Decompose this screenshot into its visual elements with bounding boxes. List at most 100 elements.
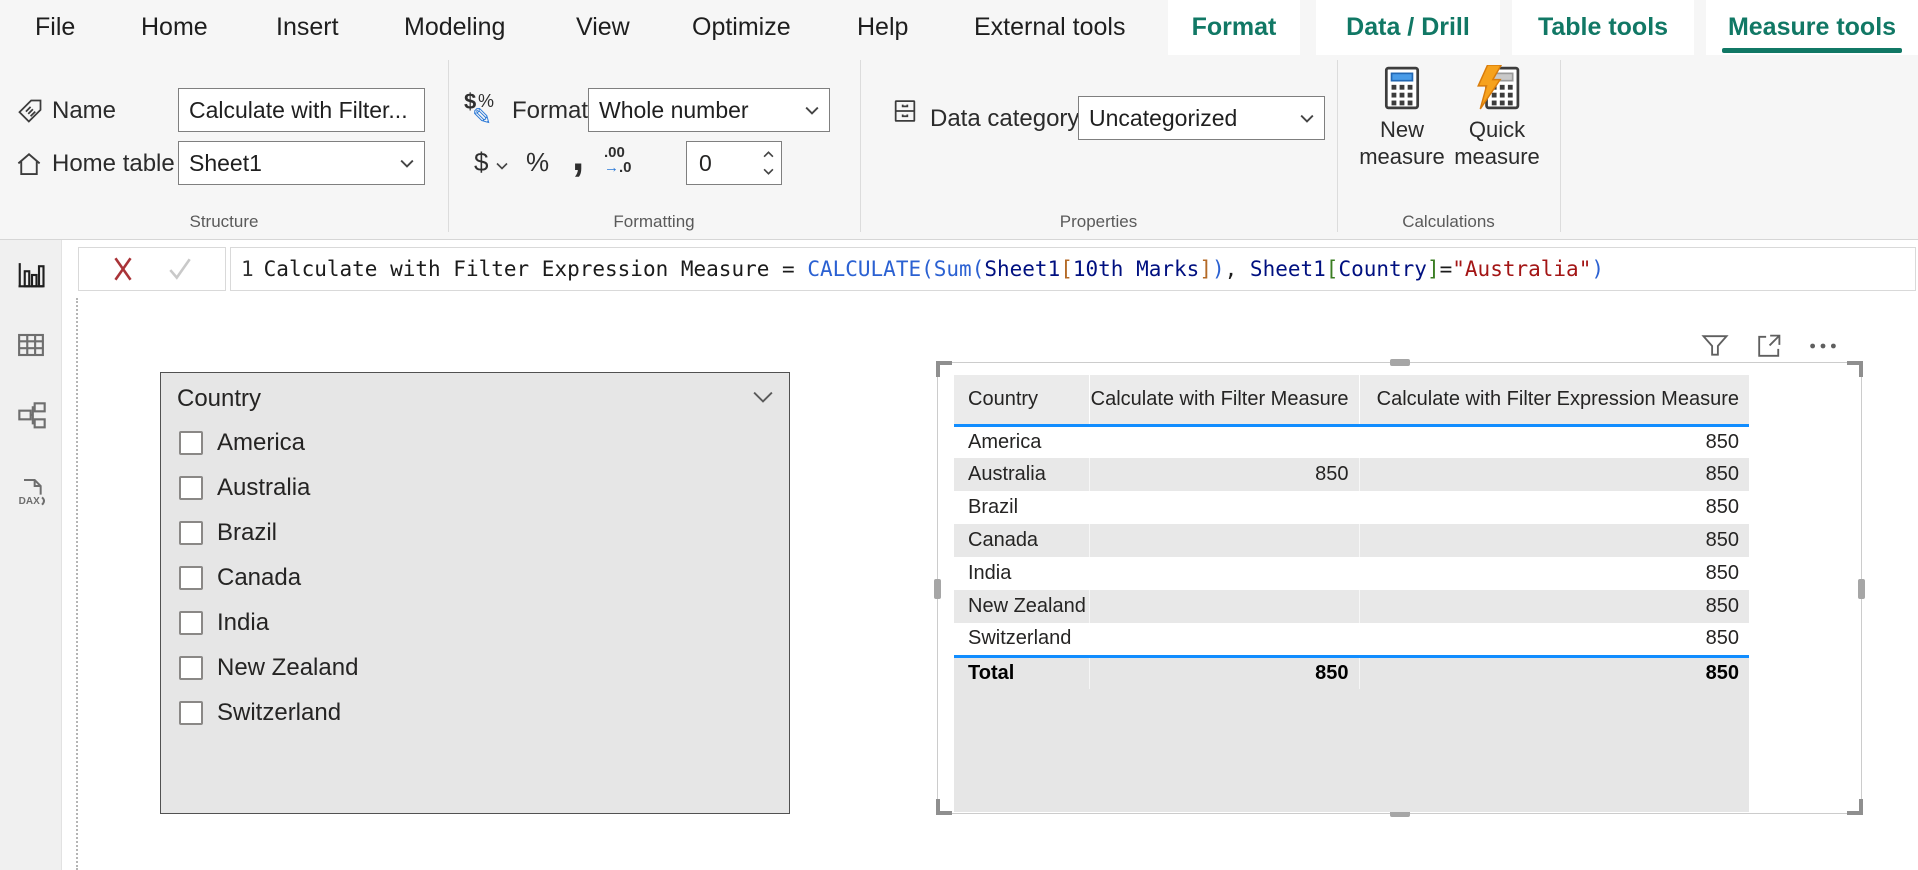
column-header-measure-2[interactable]: Calculate with Filter Expression Measure [1359,375,1749,425]
menu-item-file[interactable]: File [35,0,75,55]
checkbox-unchecked[interactable] [179,656,203,680]
table-visual[interactable]: CountryCalculate with Filter MeasureCalc… [937,362,1862,814]
tab-format[interactable]: Format [1168,0,1300,55]
menu-item-optimize[interactable]: Optimize [692,0,791,55]
new-measure-button[interactable]: New measure [1347,65,1457,170]
row-value-cell: 850 [1359,425,1749,458]
checkbox-unchecked[interactable] [179,521,203,545]
report-view-icon[interactable] [16,260,46,290]
row-country-cell: Brazil [954,491,1089,524]
table-row: Switzerland850 [954,623,1749,656]
tab-label: Format [1192,13,1277,42]
dax-token: Calculate with Filter Expression Measure… [264,257,808,281]
row-value-cell: 850 [1359,557,1749,590]
checkbox-unchecked[interactable] [179,566,203,590]
menu-item-view[interactable]: View [576,0,630,55]
column-header-measure-1[interactable]: Calculate with Filter Measure [1089,375,1359,425]
formula-commit-box [78,247,226,291]
spinner-up-icon[interactable] [763,151,774,158]
measures-table: CountryCalculate with Filter MeasureCalc… [954,375,1749,689]
menu-item-external-tools[interactable]: External tools [974,0,1125,55]
checkbox-unchecked[interactable] [179,611,203,635]
table-view-icon[interactable] [16,330,46,360]
slicer-item-brazil[interactable]: Brazil [179,515,277,551]
resize-left-handle[interactable] [934,579,941,599]
dax-formula-bar[interactable]: 1 Calculate with Filter Expression Measu… [230,247,1916,291]
home-icon [14,149,44,179]
resize-right-handle[interactable] [1858,579,1865,599]
accept-formula-icon[interactable] [166,255,194,283]
dax-token: ] [1427,257,1440,281]
country-slicer: Country AmericaAustraliaBrazilCanadaIndi… [160,372,790,814]
row-value-cell: 850 [1359,524,1749,557]
menu-item-help[interactable]: Help [857,0,908,55]
slicer-item-switzerland[interactable]: Switzerland [179,695,341,731]
slicer-item-canada[interactable]: Canada [179,560,301,596]
checkbox-unchecked[interactable] [179,476,203,500]
format-select[interactable]: Whole number [588,88,830,132]
dax-query-view-icon[interactable]: DAX [16,476,48,508]
slicer-collapse-chevron-icon[interactable] [753,391,773,403]
checkbox-unchecked[interactable] [179,431,203,455]
dax-token: ( [921,257,934,281]
table-row: India850 [954,557,1749,590]
resize-top-handle[interactable] [1390,359,1410,366]
filter-icon[interactable] [1700,331,1730,361]
slicer-item-label: Switzerland [217,699,341,727]
tab-data-drill[interactable]: Data / Drill [1316,0,1500,55]
ribbon-divider [1560,60,1561,232]
row-value-cell: 850 [1089,458,1359,491]
ribbon: Name Calculate with Filter... Home table… [0,55,1918,240]
measure-name-input[interactable]: Calculate with Filter... [178,88,425,132]
ribbon-divider [448,60,449,232]
chevron-down-icon[interactable] [496,162,508,170]
menu-item-home[interactable]: Home [141,0,208,55]
resize-corner-handle[interactable] [1847,361,1863,377]
tag-icon [16,97,44,125]
decimal-places-icon[interactable]: .00 →.0 [604,145,632,175]
checkbox-unchecked[interactable] [179,701,203,725]
table-visual-content: CountryCalculate with Filter MeasureCalc… [954,375,1749,812]
data-category-value: Uncategorized [1089,105,1237,132]
row-value-cell [1089,491,1359,524]
model-view-icon[interactable] [16,400,48,432]
data-category-label: Data category [930,105,1079,133]
currency-format-button[interactable]: $ [474,147,488,178]
decimal-places-spinner[interactable]: 0 [686,141,782,185]
resize-corner-handle[interactable] [936,799,952,815]
data-category-select[interactable]: Uncategorized [1078,96,1325,140]
dax-token: ) [1212,257,1225,281]
powerbi-window: File Home Insert Modeling View Optimize Help Ex… [0,0,1918,870]
resize-corner-handle[interactable] [1847,799,1863,815]
total-value-cell: 850 [1359,656,1749,689]
menu-item-modeling[interactable]: Modeling [404,0,505,55]
quick-measure-button[interactable]: Quick measure [1442,65,1552,170]
slicer-item-australia[interactable]: Australia [179,470,310,506]
thousands-separator-button[interactable]: , [572,131,584,181]
ribbon-divider [1337,60,1338,232]
percent-format-button[interactable]: % [526,147,549,178]
home-table-select[interactable]: Sheet1 [178,141,425,185]
menu-item-insert[interactable]: Insert [276,0,339,55]
tab-measure-tools[interactable]: Measure tools [1706,0,1918,55]
slicer-item-label: New Zealand [217,654,358,682]
slicer-item-america[interactable]: America [179,425,305,461]
focus-mode-icon[interactable] [1754,331,1784,361]
column-header-country[interactable]: Country [954,375,1089,425]
slicer-item-label: America [217,429,305,457]
cancel-formula-icon[interactable] [110,255,136,283]
slicer-item-india[interactable]: India [179,605,269,641]
resize-corner-handle[interactable] [936,361,952,377]
table-row: New Zealand850 [954,590,1749,623]
visual-header-toolbar [1700,328,1870,364]
spinner-down-icon[interactable] [763,168,774,175]
tab-table-tools[interactable]: Table tools [1512,0,1694,55]
chevron-down-icon [400,159,414,168]
more-options-icon[interactable] [1808,331,1838,361]
slicer-item-new-zealand[interactable]: New Zealand [179,650,358,686]
dax-token: "Australia" [1452,257,1591,281]
tab-label: Table tools [1538,13,1668,42]
format-icon: $ % ✎ [464,93,508,135]
quick-measure-icon [1474,65,1520,111]
menu-bar: File Home Insert Modeling View Optimize Help Ex… [0,0,1918,55]
